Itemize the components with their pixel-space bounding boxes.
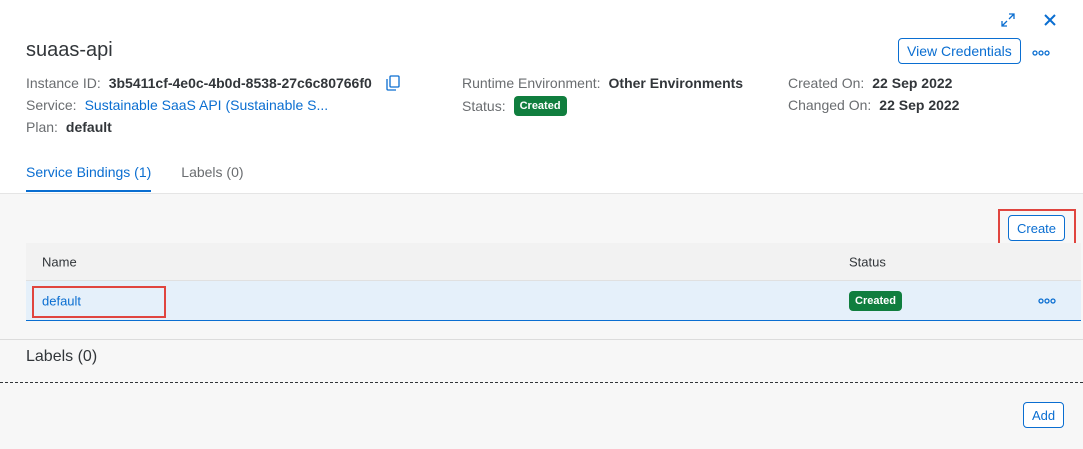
add-label-button[interactable]: Add xyxy=(1023,402,1065,428)
page-title: suaas-api xyxy=(26,39,113,61)
meta-column-3: Created On: 22 Sep 2022 Changed On: 22 S… xyxy=(788,72,959,116)
instance-header: suaas-api View Credentials Instance ID: … xyxy=(0,0,1083,193)
bindings-table: Name Status default Created xyxy=(26,243,1081,321)
meta-column-2: Runtime Environment: Other Environments … xyxy=(462,72,743,117)
status-label: Status: xyxy=(462,98,506,114)
runtime-label: Runtime Environment: xyxy=(462,75,601,91)
expand-icon[interactable] xyxy=(997,9,1019,31)
tab-bar: Service Bindings (1) Labels (0) xyxy=(26,164,244,192)
runtime-value: Other Environments xyxy=(608,75,744,91)
service-label: Service: xyxy=(26,97,77,113)
copy-icon[interactable] xyxy=(386,75,400,91)
instance-id-label: Instance ID: xyxy=(26,75,101,91)
labels-section-title: Labels (0) xyxy=(26,348,98,365)
meta-column-1: Instance ID: 3b5411cf-4e0c-4b0d-8538-27c… xyxy=(26,72,400,138)
instance-id-value: 3b5411cf-4e0c-4b0d-8538-27c6c80766f0 xyxy=(108,75,372,91)
tab-labels[interactable]: Labels (0) xyxy=(181,164,243,192)
top-actions xyxy=(997,9,1061,31)
changed-on-label: Changed On: xyxy=(788,97,872,113)
view-credentials-button[interactable]: View Credentials xyxy=(898,38,1021,64)
created-on-label: Created On: xyxy=(788,75,865,91)
labels-section: Labels (0) xyxy=(0,339,1083,383)
service-link[interactable]: Sustainable SaaS API (Sustainable S... xyxy=(85,95,329,115)
table-row[interactable]: default Created xyxy=(26,281,1081,321)
plan-value: default xyxy=(65,119,112,135)
tab-content: Create Name Status default Created Label… xyxy=(0,193,1083,449)
column-header-status[interactable]: Status xyxy=(849,254,886,269)
default-highlight-box xyxy=(32,286,166,318)
row-more-icon[interactable] xyxy=(1038,297,1056,304)
status-badge: Created xyxy=(513,96,567,116)
table-header: Name Status xyxy=(26,243,1081,281)
column-header-name[interactable]: Name xyxy=(42,254,77,269)
changed-on-value: 22 Sep 2022 xyxy=(879,97,960,113)
created-on-value: 22 Sep 2022 xyxy=(872,75,953,91)
close-icon[interactable] xyxy=(1039,9,1061,31)
binding-status-badge: Created xyxy=(849,290,902,311)
tab-service-bindings[interactable]: Service Bindings (1) xyxy=(26,164,152,192)
plan-label: Plan: xyxy=(26,119,58,135)
more-icon[interactable] xyxy=(1030,42,1052,64)
